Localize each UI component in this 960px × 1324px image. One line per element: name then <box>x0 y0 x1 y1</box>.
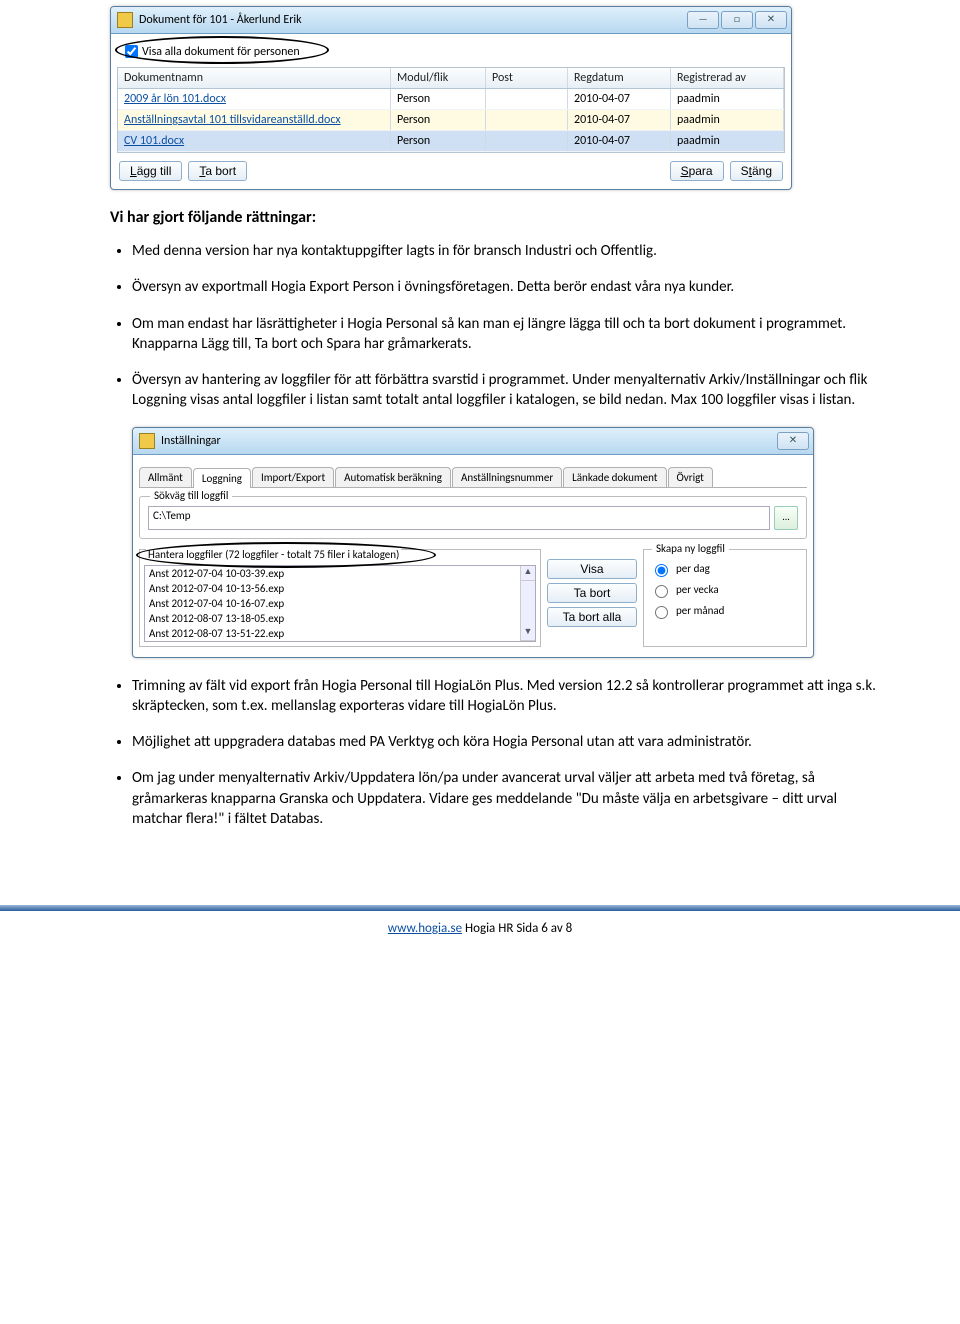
documents-table: Dokumentnamn Modul/flik Post Regdatum Re… <box>117 67 785 153</box>
minimize-icon[interactable]: — <box>687 11 719 29</box>
show-all-checkbox[interactable] <box>125 45 138 58</box>
bullet-list: Med denna version har nya kontaktuppgift… <box>110 241 880 411</box>
footer-link[interactable]: www.hogia.se <box>388 921 462 936</box>
section-heading: Vi har gjort följande rättningar: <box>110 208 880 227</box>
tab-loggning[interactable]: Loggning <box>193 468 251 488</box>
delete-all-button[interactable]: Ta bort alla <box>547 607 637 627</box>
dokument-window: Dokument för 101 - Åkerlund Erik — □ ✕ V… <box>110 6 792 190</box>
tab-ovrigt[interactable]: Övrigt <box>668 467 713 487</box>
path-input[interactable]: C:\Temp <box>148 506 770 530</box>
path-legend: Sökväg till loggfil <box>150 489 232 502</box>
col-post[interactable]: Post <box>486 68 568 88</box>
footer-text: Hogia HR Sida 6 av 8 <box>462 921 572 936</box>
list-item[interactable]: Anst 2012-07-04 10-03-39.exp <box>145 566 520 581</box>
list-item[interactable]: Anst 2012-07-04 10-16-07.exp <box>145 596 520 611</box>
close-icon[interactable]: ✕ <box>755 11 787 29</box>
titlebar[interactable]: Inställningar ✕ <box>133 428 813 455</box>
window-title: Dokument för 101 - Åkerlund Erik <box>139 13 687 27</box>
tabs: Allmänt Loggning Import/Export Automatis… <box>139 461 807 488</box>
table-row[interactable]: 2009 år lön 101.docx Person 2010-04-07 p… <box>118 89 784 110</box>
logfiles-legend: Hantera loggfiler (72 loggfiler - totalt… <box>146 548 401 561</box>
installningar-window: Inställningar ✕ Allmänt Loggning Import/… <box>132 427 814 658</box>
bullet-list: Trimning av fält vid export från Hogia P… <box>110 676 880 830</box>
tab-auto-berakning[interactable]: Automatisk beräkning <box>335 467 451 487</box>
table-row[interactable]: CV 101.docx Person 2010-04-07 paadmin <box>118 131 784 152</box>
tab-lankade-dokument[interactable]: Länkade dokument <box>563 467 666 487</box>
list-item: Om man endast har läsrättigheter i Hogia… <box>132 314 880 355</box>
remove-button[interactable]: Ta bort <box>188 161 247 181</box>
radio-per-dag[interactable]: per dag <box>650 561 800 577</box>
list-item[interactable]: Anst 2012-08-07 13-51-22.exp <box>145 626 520 641</box>
add-button[interactable]: Lägg till <box>119 161 182 181</box>
scrollbar[interactable]: ▲ ▼ <box>520 566 535 641</box>
logfiles-fieldset: Hantera loggfiler (72 loggfiler - totalt… <box>139 549 541 647</box>
create-logfile-fieldset: Skapa ny loggfil per dag per vecka per m… <box>643 549 807 647</box>
radio-legend: Skapa ny loggfil <box>652 542 729 555</box>
col-registrerad-av[interactable]: Registrerad av <box>671 68 784 88</box>
close-icon[interactable]: ✕ <box>777 432 809 450</box>
radio-per-manad[interactable]: per månad <box>650 603 800 619</box>
window-title: Inställningar <box>161 434 777 448</box>
list-item[interactable]: Anst 2012-08-07 13-18-05.exp <box>145 611 520 626</box>
logfile-list[interactable]: Anst 2012-07-04 10-03-39.exp Anst 2012-0… <box>145 566 520 641</box>
col-regdatum[interactable]: Regdatum <box>568 68 671 88</box>
col-modul[interactable]: Modul/flik <box>391 68 486 88</box>
list-item: Om jag under menyalternativ Arkiv/Uppdat… <box>132 768 880 829</box>
list-item[interactable]: Anst 2012-07-04 10-13-56.exp <box>145 581 520 596</box>
path-fieldset: Sökväg till loggfil C:\Temp ... <box>139 496 807 539</box>
scroll-up-icon[interactable]: ▲ <box>521 566 535 581</box>
titlebar[interactable]: Dokument för 101 - Åkerlund Erik — □ ✕ <box>111 7 791 34</box>
tab-allmant[interactable]: Allmänt <box>139 467 192 487</box>
list-item: Trimning av fält vid export från Hogia P… <box>132 676 880 717</box>
tab-anstallningsnummer[interactable]: Anställningsnummer <box>452 467 562 487</box>
delete-button[interactable]: Ta bort <box>547 583 637 603</box>
table-header: Dokumentnamn Modul/flik Post Regdatum Re… <box>118 68 784 89</box>
scroll-down-icon[interactable]: ▼ <box>521 626 535 641</box>
tab-import-export[interactable]: Import/Export <box>252 467 334 487</box>
close-button[interactable]: Stäng <box>730 161 783 181</box>
show-all-label: Visa alla dokument för personen <box>142 45 300 59</box>
table-row[interactable]: Anställningsavtal 101 tillsvidareanställ… <box>118 110 784 131</box>
show-button[interactable]: Visa <box>547 559 637 579</box>
maximize-icon[interactable]: □ <box>721 11 753 29</box>
show-all-checkbox-row: Visa alla dokument för personen <box>117 40 785 67</box>
list-item: Översyn av hantering av loggfiler för at… <box>132 370 880 411</box>
footer: www.hogia.se Hogia HR Sida 6 av 8 <box>0 911 960 956</box>
list-item: Möjlighet att uppgradera databas med PA … <box>132 732 880 752</box>
radio-per-vecka[interactable]: per vecka <box>650 582 800 598</box>
save-button[interactable]: Spara <box>670 161 724 181</box>
col-dokumentnamn[interactable]: Dokumentnamn <box>118 68 391 88</box>
list-item: Översyn av exportmall Hogia Export Perso… <box>132 277 880 297</box>
app-icon <box>139 433 155 449</box>
browse-button[interactable]: ... <box>774 506 798 530</box>
app-icon <box>117 12 133 28</box>
list-item: Med denna version har nya kontaktuppgift… <box>132 241 880 261</box>
